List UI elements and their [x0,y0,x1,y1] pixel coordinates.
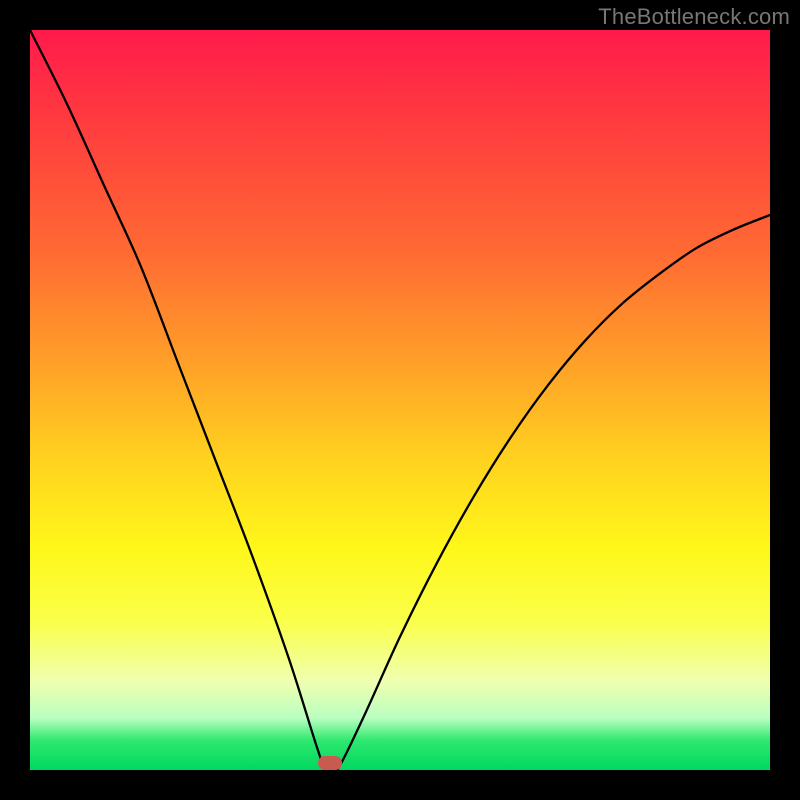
minimum-marker [318,756,342,770]
plot-area [30,30,770,770]
watermark-text: TheBottleneck.com [598,4,790,30]
chart-frame: TheBottleneck.com [0,0,800,800]
bottleneck-curve [30,30,770,770]
